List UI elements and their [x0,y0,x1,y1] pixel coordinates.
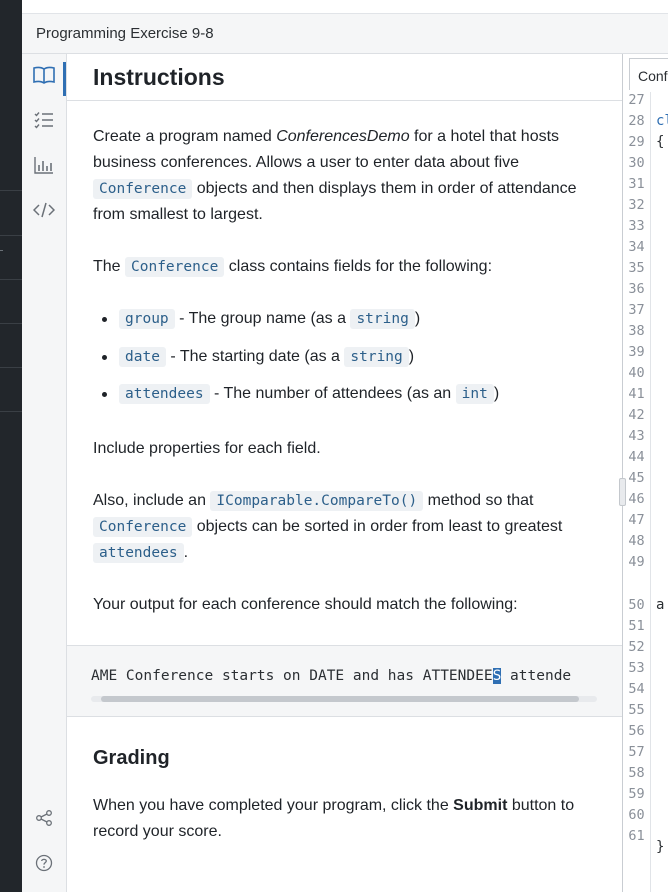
submit-word: Submit [453,797,508,814]
share-icon[interactable] [32,806,56,830]
line-number: 49 [628,554,645,570]
title-bar: Programming Exercise 9-8 [22,14,668,54]
line-number: 42 [628,407,645,423]
line-number: 33 [628,218,645,234]
window-title: Programming Exercise 9-8 [36,25,214,42]
line-number: 27 [628,92,645,108]
inline-code: Conference [125,257,225,277]
scrollbar-thumb[interactable] [101,696,579,702]
line-number: 58 [628,765,645,781]
grading-paragraph: When you have completed your program, cl… [93,797,575,840]
intro-paragraph: Create a program named ConferencesDemo f… [93,128,577,223]
line-number: 52 [628,639,645,655]
instructions-panel[interactable]: Instructions Create a program named Conf… [67,54,622,892]
field-list: group - The group name (as a string) dat… [93,306,603,419]
line-number: 30 [628,155,645,171]
checklist-icon[interactable] [32,108,56,132]
line-number: 45 [628,470,645,486]
text-cursor: S [492,668,502,684]
line-number: 54 [628,681,645,697]
horizontal-scrollbar[interactable] [91,696,597,702]
compareto-paragraph: Also, include an IComparable.CompareTo()… [93,491,563,563]
line-number: 51 [628,618,645,634]
output-example-text[interactable]: AME Conference starts on DATE and has AT… [91,668,571,684]
line-number: 31 [628,176,645,192]
instructions-heading: Instructions [93,64,225,90]
line-number: 38 [628,323,645,339]
bar-chart-icon[interactable] [32,153,56,177]
class-paragraph: The Conference class contains fields for… [93,257,493,277]
line-number: 39 [628,344,645,360]
editor-file-tab[interactable]: Conf [629,58,668,90]
line-number: 46 [628,491,645,507]
panel-resize-handle[interactable] [619,478,626,506]
book-icon[interactable] [32,63,56,87]
active-indicator [63,62,66,96]
line-number: 47 [628,512,645,528]
output-example-block[interactable]: AME Conference starts on DATE and has AT… [67,645,622,717]
line-number: 43 [628,428,645,444]
code-fragment: a [656,597,665,613]
instructions-header: Instructions [67,54,622,101]
properties-paragraph: Include properties for each field. [93,440,321,457]
code-fragment: } [656,839,665,855]
list-item: group - The group name (as a string) [93,306,603,344]
help-icon[interactable] [32,851,56,875]
line-number: 34 [628,239,645,255]
line-number: 56 [628,723,645,739]
line-number: 61 [628,828,645,844]
code-fragment: cl [656,113,668,129]
line-number: 57 [628,744,645,760]
line-number: 55 [628,702,645,718]
line-number: 53 [628,660,645,676]
grading-heading: Grading [93,747,170,769]
line-number: 41 [628,386,645,402]
line-number: 59 [628,786,645,802]
line-number: 37 [628,302,645,318]
code-fragment: { [656,134,665,150]
list-item: date - The starting date (as a string) [93,344,603,382]
line-number: 44 [628,449,645,465]
code-editor[interactable]: Conf 27 28 29 30 31 32 33 34 35 36 37 38… [622,54,668,892]
program-name: ConferencesDemo [276,128,410,145]
line-number-gutter: 27 28 29 30 31 32 33 34 35 36 37 38 39 4… [623,92,651,892]
line-number: 36 [628,281,645,297]
line-number: 29 [628,134,645,150]
icon-rail [22,54,67,892]
top-bar [22,0,668,14]
output-paragraph: Your output for each conference should m… [93,596,518,613]
line-number: 32 [628,197,645,213]
line-number: 50 [628,597,645,613]
inline-code: Conference [93,179,193,199]
line-number: 35 [628,260,645,276]
line-number: 40 [628,365,645,381]
background-window-strip [0,0,22,892]
list-item: attendees - The number of attendees (as … [93,381,603,419]
code-icon[interactable] [32,198,56,222]
line-number: 60 [628,807,645,823]
line-number: 28 [628,113,645,129]
line-number: 48 [628,533,645,549]
